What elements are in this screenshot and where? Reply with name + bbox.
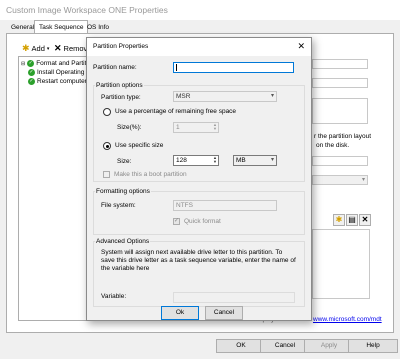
size-percent-spinner[interactable]: 1 ▲ ▼ <box>173 122 219 133</box>
boot-partition-label: Make this a boot partition <box>114 171 187 178</box>
formatting-options-group <box>93 191 305 235</box>
variable-input[interactable] <box>173 292 295 303</box>
dropdown-arrow-icon: ▾ <box>270 157 274 163</box>
percentage-radio[interactable] <box>103 108 111 116</box>
filesystem-dropdown[interactable]: NTFS <box>173 200 277 211</box>
formatting-options-label: Formatting options <box>95 188 151 195</box>
filesystem-label: File system: <box>101 202 136 209</box>
help-button[interactable]: Help <box>348 339 398 353</box>
partition-properties-dialog: Partition Properties ✕ Partition name: P… <box>86 37 312 321</box>
spinner-arrows-icon: ▲ ▼ <box>213 122 217 131</box>
disk-list[interactable] <box>312 98 368 124</box>
tree-item-label: Format and Partitio <box>36 60 92 67</box>
size-percent-label: Size(%): <box>117 124 142 131</box>
mdt-link[interactable]: www.microsoft.com/mdt <box>313 316 382 323</box>
percentage-radio-label: Use a percentage of remaining free space <box>115 108 237 115</box>
partition-name-label: Partition name: <box>93 64 137 71</box>
cancel-button[interactable]: Cancel <box>260 339 310 353</box>
size-label: Size: <box>117 158 132 165</box>
partition-list[interactable] <box>312 229 370 299</box>
dialog-ok-button[interactable]: Ok <box>161 306 199 320</box>
specific-size-radio[interactable] <box>103 142 111 150</box>
task-sequence-tree[interactable]: ⊟ ✓ Format and Partitio ✓ Install Operat… <box>18 56 92 321</box>
dialog-cancel-button[interactable]: Cancel <box>205 306 243 320</box>
hint-text-2: on the disk. <box>316 142 350 149</box>
boot-partition-checkbox[interactable] <box>103 171 110 178</box>
name-field[interactable] <box>312 59 368 69</box>
size-unit-dropdown[interactable]: MB ▾ <box>233 155 277 166</box>
disk-number-field[interactable] <box>312 156 368 166</box>
dropdown-arrow-icon: ▾ <box>46 45 50 52</box>
quick-format-checkbox[interactable]: ✓ <box>173 218 180 225</box>
specific-size-radio-label: Use specific size <box>115 142 164 149</box>
partition-options-label: Partition options <box>95 82 144 89</box>
filesystem-value: NTFS <box>176 202 193 209</box>
checkmark-icon: ✓ <box>174 218 180 224</box>
window-title: Custom Image Workspace ONE Properties <box>6 5 168 15</box>
advanced-description: System will assign next available drive … <box>101 249 296 272</box>
dropdown-arrow-icon: ▾ <box>361 177 365 183</box>
check-icon: ✓ <box>27 60 35 67</box>
size-percent-value: 1 <box>176 124 180 131</box>
dropdown-arrow-icon: ▾ <box>270 93 274 99</box>
tree-item[interactable]: ✓ Restart computer <box>28 78 87 85</box>
collapse-icon: ⊟ <box>21 60 26 67</box>
tab-task-sequence[interactable]: Task Sequence <box>34 20 89 34</box>
tree-item[interactable]: ✓ Install Operating S <box>28 69 90 76</box>
variable-label: Variable: <box>101 293 127 300</box>
check-icon: ✓ <box>28 69 35 76</box>
disk-type-dropdown[interactable]: ▾ <box>312 175 368 185</box>
dialog-titlebar: Partition Properties ✕ <box>87 38 311 56</box>
size-value: 128 <box>176 157 187 164</box>
delete-icon[interactable]: ✕ <box>359 214 371 226</box>
partition-type-value: MSR <box>176 93 191 100</box>
window-titlebar: Custom Image Workspace ONE Properties <box>0 0 400 20</box>
partition-type-dropdown[interactable]: MSR ▾ <box>173 91 277 102</box>
remove-icon: ✕ <box>54 43 62 53</box>
add-label: Add <box>31 44 45 53</box>
ok-button[interactable]: OK <box>216 339 266 353</box>
tree-item-label: Restart computer <box>37 78 87 85</box>
close-icon[interactable]: ✕ <box>297 41 305 52</box>
size-unit-value: MB <box>236 157 246 164</box>
partition-name-input[interactable] <box>173 62 294 73</box>
dialog-title: Partition Properties <box>93 43 149 50</box>
new-partition-icon[interactable]: ✱ <box>333 214 345 226</box>
check-icon: ✓ <box>28 78 35 85</box>
tree-item-label: Install Operating S <box>37 69 91 76</box>
description-field[interactable] <box>312 78 368 88</box>
advanced-options-label: Advanced Options <box>95 238 151 245</box>
partition-type-label: Partition type: <box>101 94 141 101</box>
apply-button[interactable]: Apply <box>304 339 354 353</box>
add-icon: ✱ <box>22 43 30 53</box>
properties-icon[interactable]: ▤ <box>346 214 358 226</box>
text-cursor <box>176 64 177 71</box>
quick-format-label: Quick format <box>184 218 221 225</box>
hint-text-1: r the partition layout <box>314 133 372 140</box>
spinner-arrows-icon: ▲ ▼ <box>213 155 217 164</box>
tree-item[interactable]: ⊟ ✓ Format and Partitio <box>21 60 91 67</box>
size-spinner[interactable]: 128 ▲ ▼ <box>173 155 219 166</box>
add-button[interactable]: ✱ Add ▾ <box>22 43 49 54</box>
